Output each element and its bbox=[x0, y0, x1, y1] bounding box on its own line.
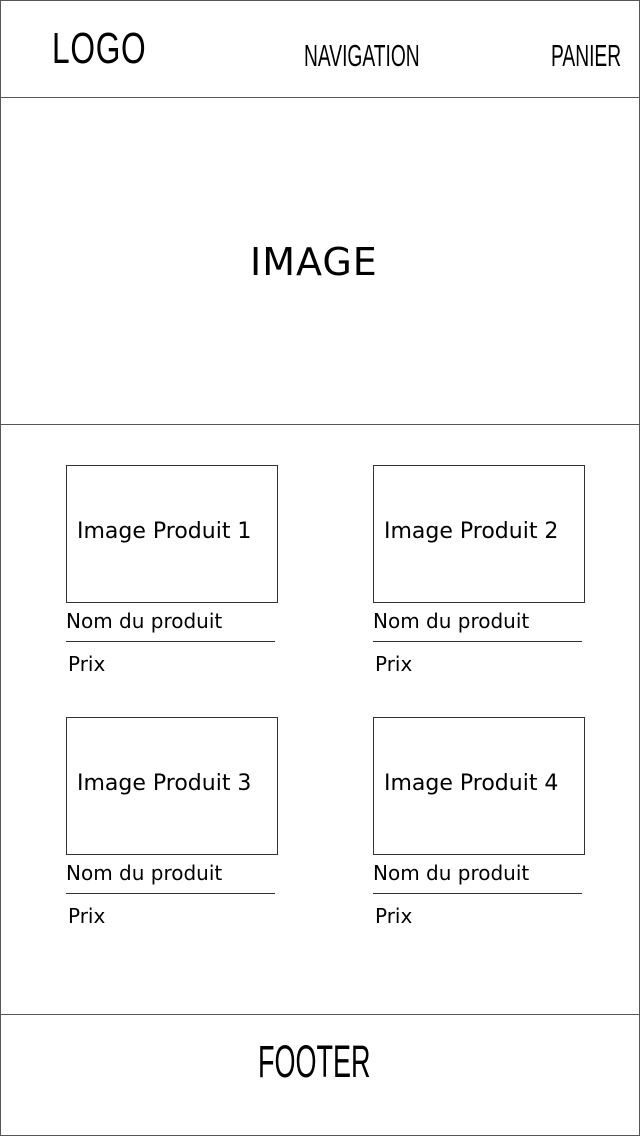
product-image[interactable]: Image Produit 2 bbox=[373, 465, 585, 603]
product-image-label: Image Produit 2 bbox=[384, 519, 559, 544]
navigation-link[interactable]: NAVIGATION bbox=[304, 38, 420, 74]
product-divider bbox=[66, 893, 275, 894]
logo[interactable]: LOGO bbox=[52, 24, 146, 74]
product-name[interactable]: Nom du produit bbox=[66, 861, 222, 885]
product-image-label: Image Produit 4 bbox=[384, 771, 559, 796]
product-price: Prix bbox=[68, 652, 106, 676]
product-image[interactable]: Image Produit 4 bbox=[373, 717, 585, 855]
product-name[interactable]: Nom du produit bbox=[373, 609, 529, 633]
product-price: Prix bbox=[375, 904, 413, 928]
cart-link[interactable]: PANIER bbox=[551, 38, 621, 74]
hero-image-label: IMAGE bbox=[250, 240, 378, 284]
product-divider bbox=[373, 893, 582, 894]
product-divider bbox=[66, 641, 275, 642]
product-name[interactable]: Nom du produit bbox=[373, 861, 529, 885]
product-image-label: Image Produit 3 bbox=[77, 771, 252, 796]
product-divider bbox=[373, 641, 582, 642]
footer-label: FOOTER bbox=[258, 1036, 371, 1087]
product-image[interactable]: Image Produit 1 bbox=[66, 465, 278, 603]
product-price: Prix bbox=[68, 904, 106, 928]
product-name[interactable]: Nom du produit bbox=[66, 609, 222, 633]
product-image-label: Image Produit 1 bbox=[77, 519, 252, 544]
product-image[interactable]: Image Produit 3 bbox=[66, 717, 278, 855]
product-price: Prix bbox=[375, 652, 413, 676]
